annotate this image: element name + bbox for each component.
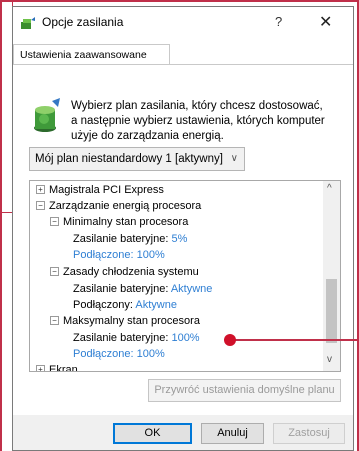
collapse-icon[interactable]: − [50,316,59,325]
tree-setting-plugged-in[interactable]: Podłączone: 100% [73,348,165,364]
window-title: Opcje zasilania [42,15,124,29]
tree-setting-plugged-in[interactable]: Podłączone: 100% [73,249,165,265]
power-options-icon [21,17,35,29]
tree-item-label: Maksymalny stan procesora [63,315,200,327]
setting-value-link[interactable]: 100% [137,249,165,261]
setting-label: Podłączone: [73,249,134,261]
cancel-button[interactable]: Anuluj [201,423,264,444]
apply-button[interactable]: Zastosuj [273,423,345,444]
tree-setting-on-battery[interactable]: Zasilanie bateryjne: 5% [73,233,187,249]
tree-scrollbar[interactable]: ^ v [323,181,340,371]
tree-item-max-processor-state[interactable]: − Maksymalny stan procesora [50,315,200,331]
power-plan-select[interactable]: Mój plan niestandardowy 1 [aktywny] ∨ [29,147,245,171]
power-plan-select-value: Mój plan niestandardowy 1 [aktywny] [35,153,223,165]
close-button[interactable]: ✕ [319,12,332,32]
annotation-pointer-line [230,339,359,341]
description-line: użyje do zarządzania energią. [71,130,224,142]
power-plan-icon [34,98,60,132]
tree-item-label: Ekran [49,364,78,372]
setting-value-link[interactable]: 100% [137,348,165,360]
annotation-frame-left [0,0,2,451]
tree-item-label: Minimalny stan procesora [63,216,189,228]
tree-item-processor-power[interactable]: − Zarządzanie energią procesora [36,200,201,216]
setting-label: Zasilanie bateryjne: [73,332,169,344]
tree-item-label: Magistrala PCI Express [49,184,164,196]
tab-advanced-settings[interactable]: Ustawienia zaawansowane [13,44,170,65]
tree-setting-on-battery[interactable]: Zasilanie bateryjne: 100% [73,332,200,348]
expand-icon[interactable]: + [36,185,45,194]
restore-defaults-button[interactable]: Przywróć ustawienia domyślne planu [148,379,341,402]
ok-button[interactable]: OK [113,423,192,444]
setting-value-link[interactable]: Aktywne [135,299,177,311]
tree-setting-on-battery[interactable]: Zasilanie bateryjne: Aktywne [73,283,212,299]
setting-label: Podłączone: [73,348,134,360]
setting-label: Zasilanie bateryjne: [73,283,169,295]
collapse-icon[interactable]: − [36,201,45,210]
tree-item-min-processor-state[interactable]: − Minimalny stan procesora [50,216,188,232]
expand-icon[interactable]: + [36,365,45,371]
tree-item-label: Zasady chłodzenia systemu [63,266,199,278]
description-line: Wybierz plan zasilania, który chcesz dos… [71,100,323,112]
scroll-down-icon[interactable]: v [327,354,332,365]
tree-item-cooling-policy[interactable]: − Zasady chłodzenia systemu [50,266,199,282]
setting-label: Zasilanie bateryjne: [73,233,169,245]
annotation-frame-top [0,0,359,2]
setting-value-link[interactable]: Aktywne [171,283,213,295]
chevron-down-icon: ∨ [230,153,238,164]
scroll-thumb[interactable] [326,279,337,343]
tree-item-label: Zarządzanie energią procesora [49,200,202,212]
tree-setting-plugged-in[interactable]: Podłączony: Aktywne [73,299,177,315]
setting-value-link[interactable]: 5% [171,233,187,245]
annotation-pointer-dot [224,334,236,346]
setting-value-link[interactable]: 100% [171,332,199,344]
description-text: Wybierz plan zasilania, który chcesz dos… [71,99,341,144]
title-bar: Opcje zasilania ? ✕ [13,7,353,39]
scroll-up-icon[interactable]: ^ [327,183,332,194]
advanced-settings-panel: Wybierz plan zasilania, który chcesz dos… [13,64,353,427]
power-options-dialog: Opcje zasilania ? ✕ Ustawienia zaawansow… [12,6,354,451]
settings-tree[interactable]: + Magistrala PCI Express − Zarządzanie ene… [29,180,341,372]
help-button[interactable]: ? [275,14,282,29]
collapse-icon[interactable]: − [50,217,59,226]
dialog-footer: OK Anuluj Zastosuj [13,415,353,450]
collapse-icon[interactable]: − [50,267,59,276]
description-line: a następnie wybierz ustawienia, których … [71,115,325,127]
setting-label: Podłączony: [73,299,133,311]
tree-item-pci-express[interactable]: + Magistrala PCI Express [36,184,164,200]
tree-item-display[interactable]: + Ekran [36,364,78,372]
